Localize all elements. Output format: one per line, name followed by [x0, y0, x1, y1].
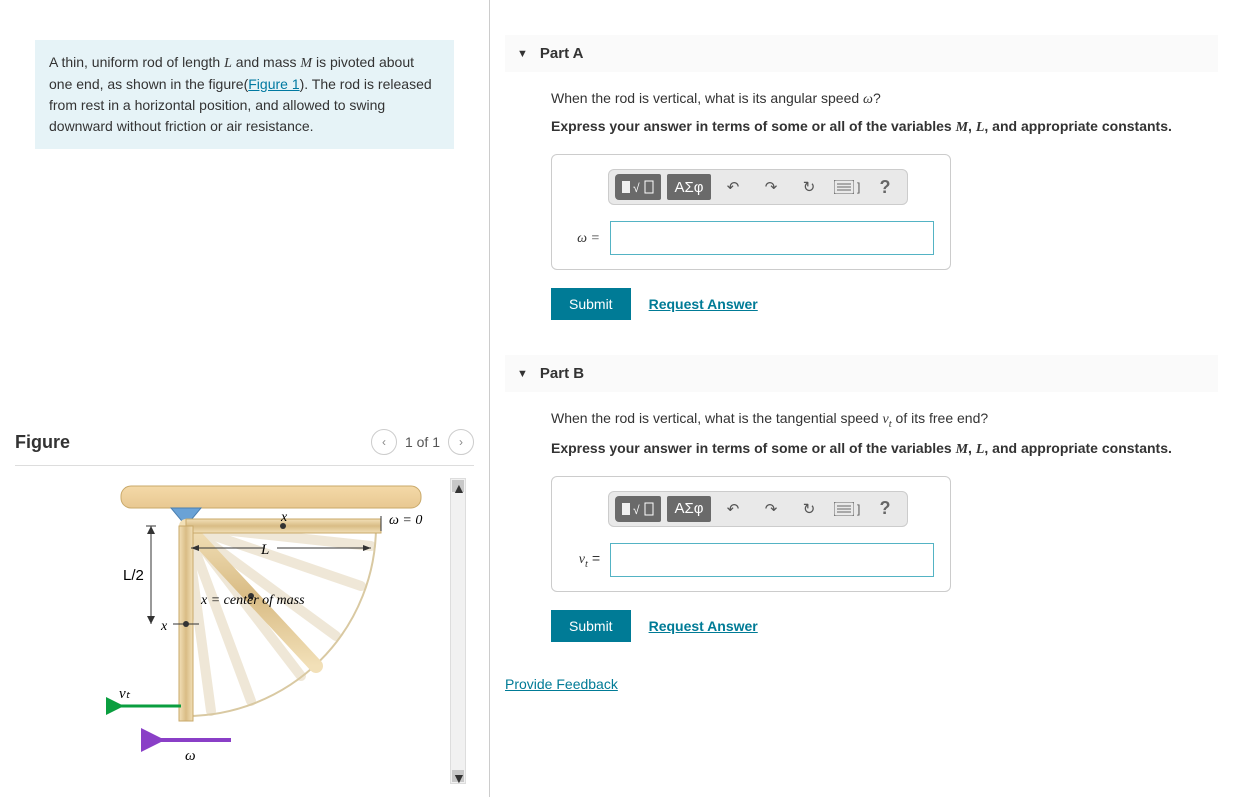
part-b-instructions: Express your answer in terms of some or …	[551, 440, 1218, 458]
figure-frame: L/2 x L x ω = 0 x	[15, 476, 466, 786]
part-a-input-label: ω =	[568, 229, 600, 247]
figure-prev-button[interactable]: ‹	[371, 429, 397, 455]
figure-nav: ‹ 1 of 1 ›	[371, 429, 474, 455]
part-a-answer-box: √ ΑΣφ ↶ ↷ ↻ ] ? ω =	[551, 154, 951, 270]
label-omega0: ω = 0	[389, 513, 422, 528]
figure-next-button[interactable]: ›	[448, 429, 474, 455]
figure-section: Figure ‹ 1 of 1 ›	[15, 429, 474, 786]
reset-button[interactable]: ↻	[793, 496, 825, 522]
problem-text: A thin, uniform rod of length	[49, 54, 224, 70]
templates-button[interactable]: √	[615, 174, 661, 200]
part-a-section: ▼ Part A When the rod is vertical, what …	[505, 35, 1218, 320]
greek-button[interactable]: ΑΣφ	[667, 496, 711, 522]
equation-toolbar: √ ΑΣφ ↶ ↷ ↻ ] ?	[608, 491, 908, 527]
part-a-header[interactable]: ▼ Part A	[505, 35, 1218, 72]
scroll-up-icon: ▲	[452, 480, 464, 492]
label-vt: vₜ	[119, 686, 131, 702]
part-a-title: Part A	[540, 45, 584, 62]
part-b-title: Part B	[540, 365, 584, 382]
svg-text:√: √	[633, 181, 640, 195]
label-L: L	[260, 542, 269, 558]
part-a-submit-button[interactable]: Submit	[551, 288, 631, 320]
part-a-answer-input[interactable]	[610, 221, 934, 255]
label-Lhalf: L/2	[123, 567, 144, 584]
reset-button[interactable]: ↻	[793, 174, 825, 200]
part-b-request-answer-link[interactable]: Request Answer	[649, 618, 758, 634]
label-x: x	[280, 510, 288, 525]
redo-button[interactable]: ↷	[755, 174, 787, 200]
redo-button[interactable]: ↷	[755, 496, 787, 522]
var-L: L	[224, 56, 232, 71]
equation-toolbar: √ ΑΣφ ↶ ↷ ↻ ] ?	[608, 169, 908, 205]
part-b-question: When the rod is vertical, what is the ta…	[551, 410, 1218, 430]
caret-down-icon: ▼	[517, 48, 528, 60]
undo-button[interactable]: ↶	[717, 496, 749, 522]
part-b-submit-button[interactable]: Submit	[551, 610, 631, 642]
part-a-request-answer-link[interactable]: Request Answer	[649, 296, 758, 312]
help-button[interactable]: ?	[869, 496, 901, 522]
part-b-answer-input[interactable]	[610, 543, 934, 577]
keyboard-icon	[834, 180, 854, 194]
left-panel: A thin, uniform rod of length L and mass…	[0, 0, 490, 797]
caret-down-icon: ▼	[517, 368, 528, 380]
undo-button[interactable]: ↶	[717, 174, 749, 200]
figure-header: Figure ‹ 1 of 1 ›	[15, 429, 474, 466]
provide-feedback: Provide Feedback	[505, 676, 1218, 692]
part-a-instructions: Express your answer in terms of some or …	[551, 118, 1218, 136]
part-a-question: When the rod is vertical, what is its an…	[551, 90, 1218, 108]
right-panel: ▼ Part A When the rod is vertical, what …	[490, 0, 1233, 797]
figure-svg: L/2 x L x ω = 0 x	[51, 476, 431, 776]
label-omega: ω	[185, 748, 196, 764]
scroll-down-icon: ▼	[452, 770, 464, 782]
keyboard-icon	[834, 502, 854, 516]
part-b-input-label: vt =	[568, 550, 600, 570]
provide-feedback-link[interactable]: Provide Feedback	[505, 676, 618, 692]
label-cm: x = center of mass	[200, 593, 305, 608]
greek-button[interactable]: ΑΣφ	[667, 174, 711, 200]
svg-text:√: √	[633, 503, 640, 517]
help-button[interactable]: ?	[869, 174, 901, 200]
figure-scrollbar[interactable]: ▲ ▼	[450, 478, 466, 784]
problem-text: and mass	[232, 54, 300, 70]
keyboard-button[interactable]: ]	[831, 174, 863, 200]
part-b-answer-box: √ ΑΣφ ↶ ↷ ↻ ] ? vt =	[551, 476, 951, 592]
var-M: M	[300, 56, 312, 71]
problem-statement: A thin, uniform rod of length L and mass…	[35, 40, 454, 149]
part-b-section: ▼ Part B When the rod is vertical, what …	[505, 355, 1218, 642]
figure-link[interactable]: Figure 1	[248, 76, 299, 92]
keyboard-button[interactable]: ]	[831, 496, 863, 522]
part-b-header[interactable]: ▼ Part B	[505, 355, 1218, 392]
figure-counter: 1 of 1	[405, 434, 440, 450]
label-x2: x	[160, 619, 168, 634]
templates-button[interactable]: √	[615, 496, 661, 522]
figure-heading: Figure	[15, 432, 70, 453]
